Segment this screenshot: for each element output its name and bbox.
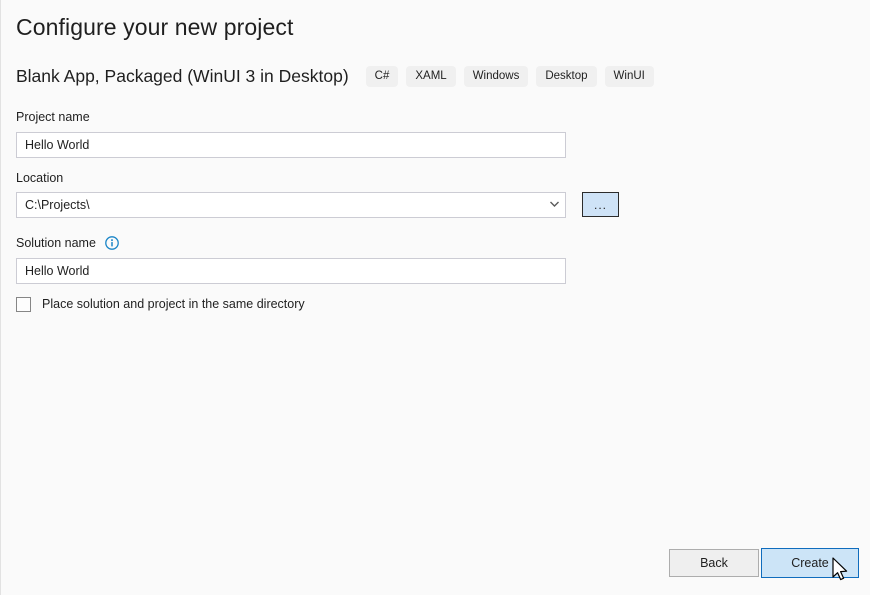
solution-name-label-row: Solution name: [16, 235, 119, 251]
tag-pill-apptype: Desktop: [536, 66, 596, 87]
template-name: Blank App, Packaged (WinUI 3 in Desktop): [16, 63, 349, 89]
browse-location-button[interactable]: ...: [582, 192, 619, 217]
configure-project-dialog: Configure your new project Blank App, Pa…: [0, 0, 870, 595]
tag-pill-language: C#: [366, 66, 399, 87]
location-combobox[interactable]: [16, 192, 566, 218]
tag-pill-markup: XAML: [406, 66, 455, 87]
same-directory-label: Place solution and project in the same d…: [42, 296, 305, 312]
location-label: Location: [16, 170, 63, 186]
same-directory-checkbox-row[interactable]: Place solution and project in the same d…: [16, 295, 305, 313]
project-name-label: Project name: [16, 109, 90, 125]
tag-pill-platform: Windows: [464, 66, 529, 87]
create-button[interactable]: Create: [761, 548, 859, 578]
info-circle-icon[interactable]: [105, 236, 119, 250]
location-input[interactable]: [16, 192, 566, 218]
back-button[interactable]: Back: [669, 549, 759, 577]
solution-name-input[interactable]: [16, 258, 566, 284]
same-directory-checkbox[interactable]: [16, 297, 31, 312]
page-title: Configure your new project: [16, 12, 293, 42]
solution-name-label: Solution name: [16, 236, 96, 250]
template-tag-list: C# XAML Windows Desktop WinUI: [366, 66, 654, 87]
tag-pill-framework: WinUI: [605, 66, 654, 87]
template-summary-row: Blank App, Packaged (WinUI 3 in Desktop)…: [16, 63, 654, 89]
project-name-input[interactable]: [16, 132, 566, 158]
